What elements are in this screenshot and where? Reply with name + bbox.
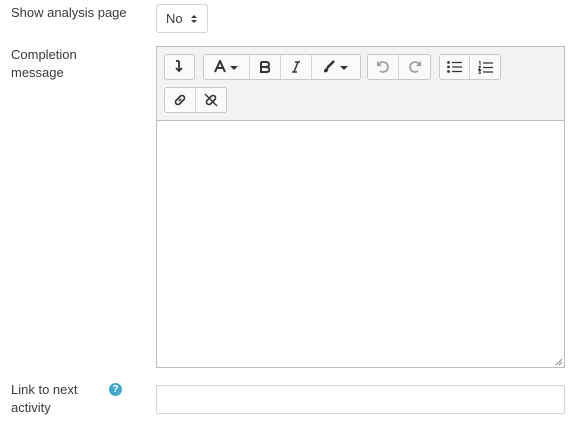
- unlink-button[interactable]: [196, 88, 226, 112]
- link-icon: [174, 94, 186, 106]
- unlink-icon: [204, 93, 218, 107]
- chevron-collapse-icon: [174, 60, 183, 73]
- select-caret-icon: [191, 15, 197, 23]
- completion-label-line1: Completion: [11, 47, 77, 62]
- bold-button[interactable]: [250, 55, 281, 79]
- resize-handle-icon[interactable]: [553, 356, 563, 366]
- italic-icon: [292, 61, 300, 73]
- show-analysis-value: No: [166, 11, 183, 26]
- redo-icon: [408, 61, 421, 73]
- show-analysis-label: Show analysis page: [11, 5, 127, 20]
- format-group: [203, 54, 361, 80]
- completion-label-line2: message: [11, 65, 64, 80]
- paintbrush-icon: [324, 60, 348, 73]
- next-activity-label: Link to next activity: [11, 381, 78, 417]
- editor-content-area[interactable]: [157, 122, 564, 367]
- undo-button[interactable]: [368, 55, 399, 79]
- link-group: [164, 87, 227, 113]
- unordered-list-button[interactable]: [440, 55, 470, 79]
- help-icon[interactable]: ?: [109, 383, 122, 396]
- link-button[interactable]: [165, 88, 196, 112]
- font-button[interactable]: [204, 55, 250, 79]
- next-activity-input[interactable]: [156, 385, 565, 414]
- next-activity-label-line1: Link to next: [11, 382, 78, 397]
- redo-button[interactable]: [399, 55, 430, 79]
- undo-icon: [377, 61, 389, 73]
- next-activity-label-line2: activity: [11, 400, 51, 415]
- ordered-list-icon: [477, 60, 493, 74]
- editor-toolbar: [157, 47, 564, 121]
- completion-message-label: Completion message: [11, 46, 77, 82]
- paint-button[interactable]: [312, 55, 360, 79]
- completion-message-editor: [156, 46, 565, 368]
- toolbar-toggle-group: [164, 54, 195, 80]
- history-group: [367, 54, 431, 80]
- bold-icon: [260, 61, 270, 73]
- list-group: [439, 54, 501, 80]
- italic-button[interactable]: [281, 55, 312, 79]
- ordered-list-button[interactable]: [470, 55, 500, 79]
- unordered-list-icon: [447, 61, 462, 73]
- show-analysis-select[interactable]: No: [156, 4, 208, 33]
- toolbar-toggle-button[interactable]: [165, 55, 194, 79]
- font-icon: [213, 60, 238, 73]
